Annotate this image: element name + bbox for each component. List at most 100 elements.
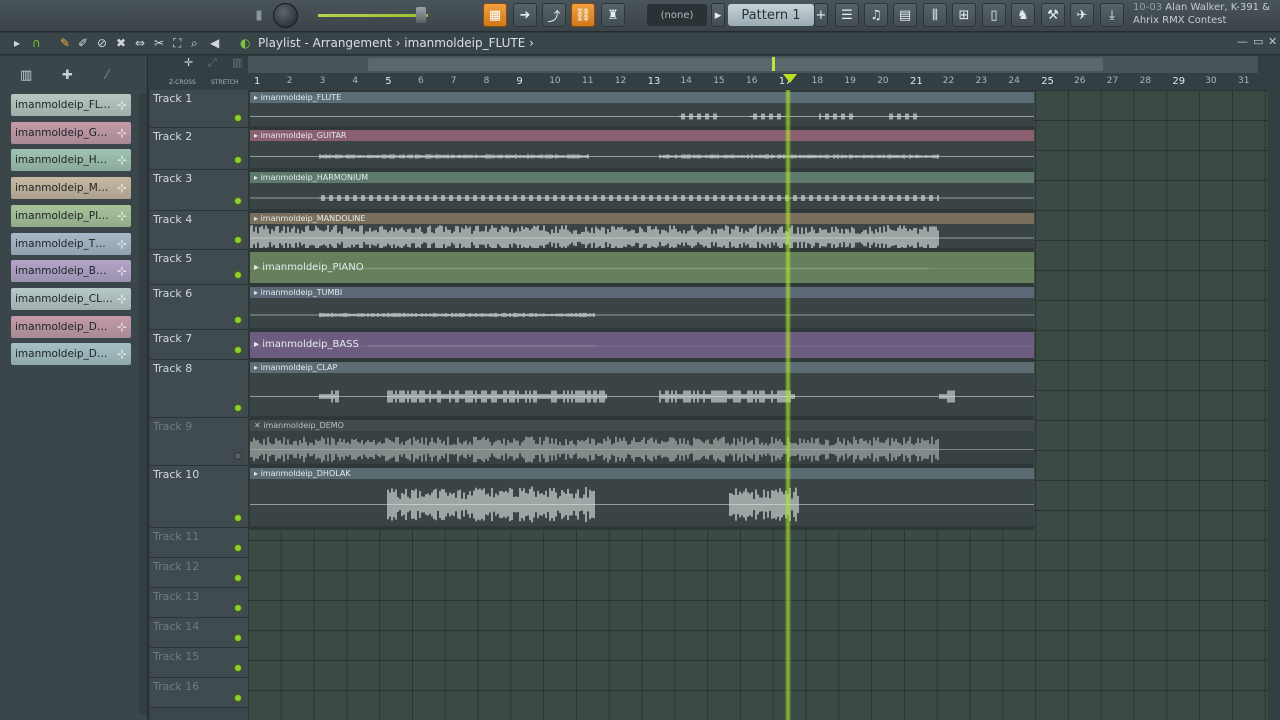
track-header[interactable]: Track 11 [150, 528, 248, 558]
track-name[interactable]: Track 9 [153, 420, 192, 433]
clip-source-item[interactable]: imanmoldeip_GUITAR⊹ [11, 121, 131, 144]
track-header[interactable]: Track 15 [150, 648, 248, 678]
arrangement-icon[interactable]: ◐ [240, 36, 250, 50]
audio-clip[interactable]: ▸ imanmoldeip_DHOLAK [250, 468, 1034, 526]
audio-tab-icon[interactable]: ✚ [62, 68, 73, 83]
track-mute-led-icon[interactable] [234, 514, 242, 522]
playlist-grid[interactable]: ▸ imanmoldeip_FLUTE ▸ imanmoldeip_GUITAR ▸… [248, 90, 1268, 720]
clip-source-item[interactable]: imanmoldeip_DEMO ⊹ [11, 315, 131, 338]
track-header[interactable]: Track 6 [150, 285, 248, 330]
playhead-marker[interactable] [783, 74, 797, 83]
clip-source-item[interactable]: imanmoldeip_FLUTE ⊹ [11, 94, 131, 116]
plugin-icon[interactable]: ♞ [1011, 3, 1035, 27]
track-name[interactable]: Track 13 [153, 590, 199, 603]
patterns-tab-icon[interactable]: ▥ [20, 68, 32, 83]
track-name[interactable]: Track 12 [153, 560, 199, 573]
track-name[interactable]: Track 3 [153, 172, 192, 185]
arrow-right-icon[interactable]: ➜ [513, 3, 537, 27]
download-icon[interactable]: ⤓ [1100, 3, 1124, 27]
track-header[interactable]: Track 8 [150, 360, 248, 418]
delete-icon[interactable]: ⊘ [97, 36, 107, 50]
track-name[interactable]: Track 8 [153, 362, 192, 375]
clip-source-item[interactable]: imanmoldeip_CLAP ⊹ [11, 287, 131, 310]
track-header[interactable]: Track 7 [150, 330, 248, 360]
loop-marker[interactable] [772, 57, 775, 71]
link-icon[interactable]: ⛓ [571, 3, 595, 27]
pattern-selector[interactable]: (none) [647, 4, 707, 26]
horizontal-scroll-track[interactable] [248, 56, 1258, 73]
track-name[interactable]: Track 1 [153, 92, 192, 105]
clip-source-item[interactable]: imanmoldeip_MAND...⊹ [11, 177, 131, 200]
stamp-icon[interactable]: ♜ [601, 3, 625, 27]
track-mute-led-icon[interactable] [234, 574, 242, 582]
playback-icon[interactable]: ◀ [210, 36, 219, 50]
automation-tab-icon[interactable]: ⁄ [106, 68, 108, 83]
pattern-prev-icon[interactable]: ▸ [711, 3, 725, 27]
track-header[interactable]: Track 16 [150, 678, 248, 708]
maximize-icon[interactable]: ▭ [1253, 35, 1263, 48]
track-name[interactable]: Track 2 [153, 130, 192, 143]
add-pattern-icon[interactable]: + [814, 3, 828, 27]
audio-clip[interactable]: ▸ imanmoldeip_MANDOLINE [250, 213, 1034, 248]
track-name[interactable]: Track 7 [153, 332, 192, 345]
track-header[interactable]: Track 4 [150, 211, 248, 250]
pencil-icon[interactable]: ✎ [60, 36, 70, 50]
track-name[interactable]: Track 14 [153, 620, 199, 633]
stretch-label[interactable]: STRETCH [211, 79, 238, 86]
picker-scrollbar[interactable] [139, 94, 147, 714]
track-header[interactable]: Track 12 [150, 558, 248, 588]
track-mute-led-icon[interactable] [234, 452, 242, 460]
title-clip[interactable]: imanmoldeip_FLUTE [404, 36, 525, 50]
typing-keyboard-icon[interactable]: ▦ [483, 3, 507, 27]
pattern-name[interactable]: Pattern 1 [728, 4, 814, 26]
metronome-icon[interactable]: ▮ [252, 3, 266, 27]
track-mute-led-icon[interactable] [234, 404, 242, 412]
track-name[interactable]: Track 6 [153, 287, 192, 300]
time-marker-icon[interactable]: ✛ [184, 56, 193, 69]
zcross-label[interactable]: Z-CROSS [169, 79, 196, 86]
recording-icon[interactable]: ✈ [1070, 3, 1094, 27]
audio-clip[interactable]: ▸ imanmoldeip_BASS [250, 332, 1034, 358]
track-header[interactable]: Track 2 [150, 128, 248, 170]
track-mute-led-icon[interactable] [234, 316, 242, 324]
track-mute-led-icon[interactable] [234, 114, 242, 122]
zoom-icon[interactable]: ⌕ [191, 36, 198, 51]
audio-clip[interactable]: ✕ imanmoldeip_DEMO [250, 420, 1034, 464]
track-name[interactable]: Track 11 [153, 530, 199, 543]
grid-icon[interactable]: ▥ [232, 56, 242, 69]
clip-source-item[interactable]: imanmoldeip_PIANO ⊹ [11, 204, 131, 227]
track-mute-led-icon[interactable] [234, 346, 242, 354]
track-header[interactable]: Track 10 [150, 466, 248, 528]
audio-clip[interactable]: ▸ imanmoldeip_TUMBI [250, 287, 1034, 328]
track-mute-led-icon[interactable] [234, 604, 242, 612]
track-header[interactable]: Track 9 [150, 418, 248, 466]
track-header[interactable]: Track 13 [150, 588, 248, 618]
audio-clip[interactable]: ▸ imanmoldeip_FLUTE [250, 92, 1034, 126]
track-name[interactable]: Track 15 [153, 650, 199, 663]
playlist-icon[interactable]: ☰ [835, 3, 859, 27]
project-icon[interactable]: ▯ [982, 3, 1006, 27]
track-mute-led-icon[interactable] [234, 236, 242, 244]
channel-rack-icon[interactable]: ▤ [893, 3, 917, 27]
mixer-icon[interactable]: ⫼ [923, 3, 947, 27]
brush-icon[interactable]: ✐ [78, 36, 88, 50]
piano-roll-icon[interactable]: ♫ [864, 3, 888, 27]
clip-source-item[interactable]: imanmoldeip_DHOLAK⊹ [11, 343, 131, 366]
snap-magnet-icon[interactable]: ∩ [32, 36, 41, 50]
track-mute-led-icon[interactable] [234, 664, 242, 672]
audio-clip[interactable]: ▸ imanmoldeip_PIANO [250, 252, 1034, 283]
timeline-ruler[interactable]: ✛ ⤢ ▥ Z-CROSS STRETCH 1 2 3 4 5 6 7 8 9 10 11 12 13 1… [148, 56, 1280, 90]
track-name[interactable]: Track 10 [153, 468, 199, 481]
clip-source-item[interactable]: imanmoldeip_TUMBI ⊹ [11, 232, 131, 255]
track-header[interactable]: Track 14 [150, 618, 248, 648]
slice-icon[interactable]: ✂ [154, 36, 164, 50]
close-icon[interactable]: ✕ [1268, 35, 1277, 48]
select-icon[interactable]: ⛶ [173, 36, 181, 51]
mute-icon[interactable]: ✖ [116, 36, 126, 50]
audio-clip[interactable]: ▸ imanmoldeip_CLAP [250, 362, 1034, 416]
track-mute-led-icon[interactable] [234, 271, 242, 279]
track-header[interactable]: Track 1 [150, 90, 248, 128]
track-name[interactable]: Track 4 [153, 213, 192, 226]
slip-icon[interactable]: ⇔ [135, 36, 145, 50]
track-header[interactable]: Track 3 [150, 170, 248, 211]
